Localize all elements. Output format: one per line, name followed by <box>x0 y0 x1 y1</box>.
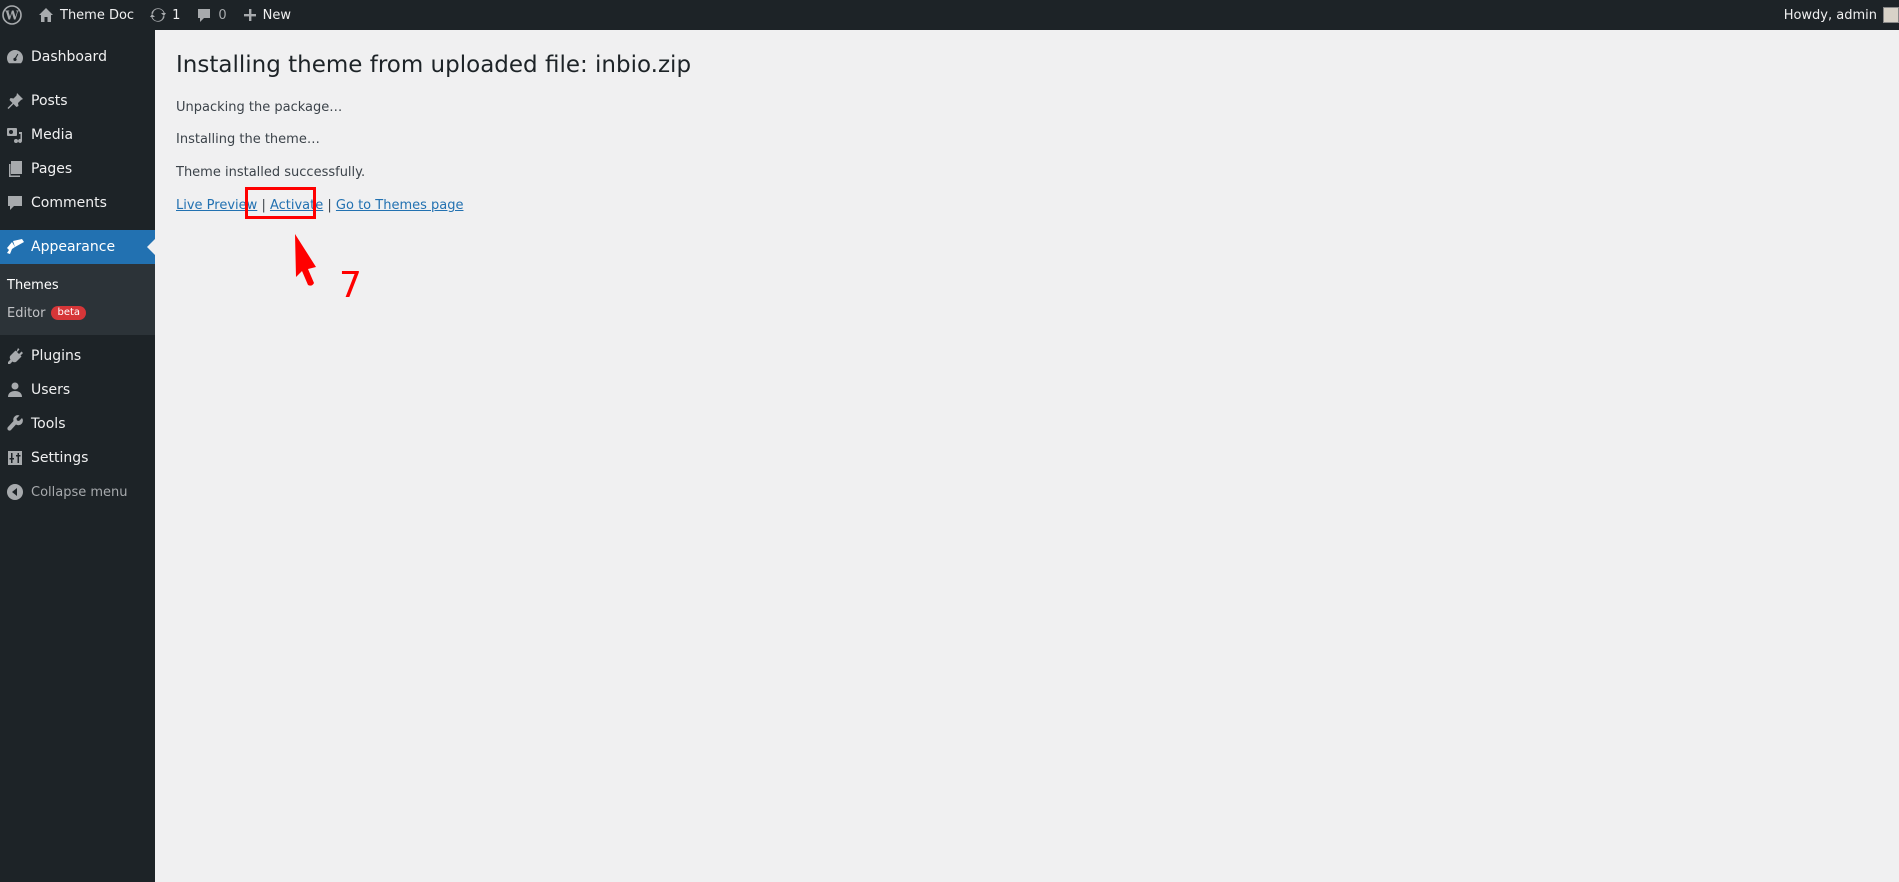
sliders-icon <box>0 449 30 467</box>
comment-icon <box>198 9 211 22</box>
collapse-icon <box>0 483 30 501</box>
status-message: Unpacking the package… <box>176 99 343 115</box>
status-message: Installing the theme… <box>176 132 320 148</box>
pin-icon <box>0 92 30 110</box>
site-name: Theme Doc <box>60 7 135 23</box>
plus-icon <box>243 9 256 21</box>
menu-label: Tools <box>31 416 66 432</box>
dashboard-icon <box>0 48 30 66</box>
admin-bar: W Theme Doc 1 0 New Howdy, admin <box>0 0 1899 30</box>
separator: | <box>327 197 332 213</box>
pages-icon <box>0 160 30 178</box>
home-icon <box>39 8 53 22</box>
menu-label: Appearance <box>31 239 116 255</box>
menu-item-settings[interactable]: Settings <box>0 441 155 475</box>
submenu-label: Editor <box>7 305 46 321</box>
menu-label: Settings <box>31 450 89 466</box>
appearance-submenu: Themes Editor beta <box>0 264 155 335</box>
menu-label: Pages <box>31 161 73 177</box>
annotation-arrow-icon <box>295 234 316 286</box>
greeting: Howdy, admin <box>1783 7 1877 23</box>
menu-item-pages[interactable]: Pages <box>0 152 155 186</box>
menu-label: Media <box>31 127 74 143</box>
menu-item-media[interactable]: Media <box>0 118 155 152</box>
new-content-link[interactable]: New <box>235 0 299 30</box>
updates-link[interactable]: 1 <box>142 0 188 30</box>
plug-icon <box>0 347 30 365</box>
menu-item-comments[interactable]: Comments <box>0 186 155 220</box>
my-account-link[interactable]: Howdy, admin <box>1776 0 1899 30</box>
site-name-link[interactable]: Theme Doc <box>30 0 142 30</box>
annotation-step-number: 7 <box>339 265 362 306</box>
annotation-highlight-box <box>245 187 316 219</box>
comments-count: 0 <box>218 7 227 23</box>
wordpress-logo-button[interactable]: W <box>0 0 30 30</box>
menu-item-appearance[interactable]: Appearance <box>0 230 155 264</box>
beta-badge: beta <box>51 306 87 320</box>
collapse-menu-button[interactable]: Collapse menu <box>0 475 155 509</box>
submenu-item-editor[interactable]: Editor beta <box>0 299 155 327</box>
menu-label: Posts <box>31 93 68 109</box>
menu-item-tools[interactable]: Tools <box>0 407 155 441</box>
wordpress-logo-icon: W <box>2 5 22 25</box>
menu-item-posts[interactable]: Posts <box>0 84 155 118</box>
submenu-item-themes[interactable]: Themes <box>0 271 155 299</box>
avatar <box>1883 7 1899 23</box>
menu-item-dashboard[interactable]: Dashboard <box>0 40 155 74</box>
status-message: Theme installed successfully. <box>176 165 366 181</box>
user-icon <box>0 381 30 399</box>
page-title: Installing theme from uploaded file: inb… <box>176 52 692 78</box>
comment-icon <box>0 194 30 212</box>
menu-label: Collapse menu <box>31 484 128 500</box>
menu-item-users[interactable]: Users <box>0 373 155 407</box>
brush-icon <box>0 238 30 256</box>
menu-label: Comments <box>31 195 107 211</box>
submenu-label: Themes <box>7 277 59 293</box>
updates-count: 1 <box>172 7 181 23</box>
comments-link[interactable]: 0 <box>188 0 234 30</box>
menu-item-plugins[interactable]: Plugins <box>0 339 155 373</box>
admin-menu: Dashboard Posts Media Pages Comments App… <box>0 30 155 882</box>
wrench-icon <box>0 415 30 433</box>
media-icon <box>0 126 30 144</box>
menu-label: Dashboard <box>31 49 107 65</box>
main-content: Installing theme from uploaded file: inb… <box>176 30 691 213</box>
menu-label: Plugins <box>31 348 82 364</box>
svg-text:W: W <box>4 9 19 23</box>
new-label: New <box>262 7 292 23</box>
menu-label: Users <box>31 382 71 398</box>
updates-icon <box>150 8 167 22</box>
themes-page-link[interactable]: Go to Themes page <box>336 198 464 213</box>
